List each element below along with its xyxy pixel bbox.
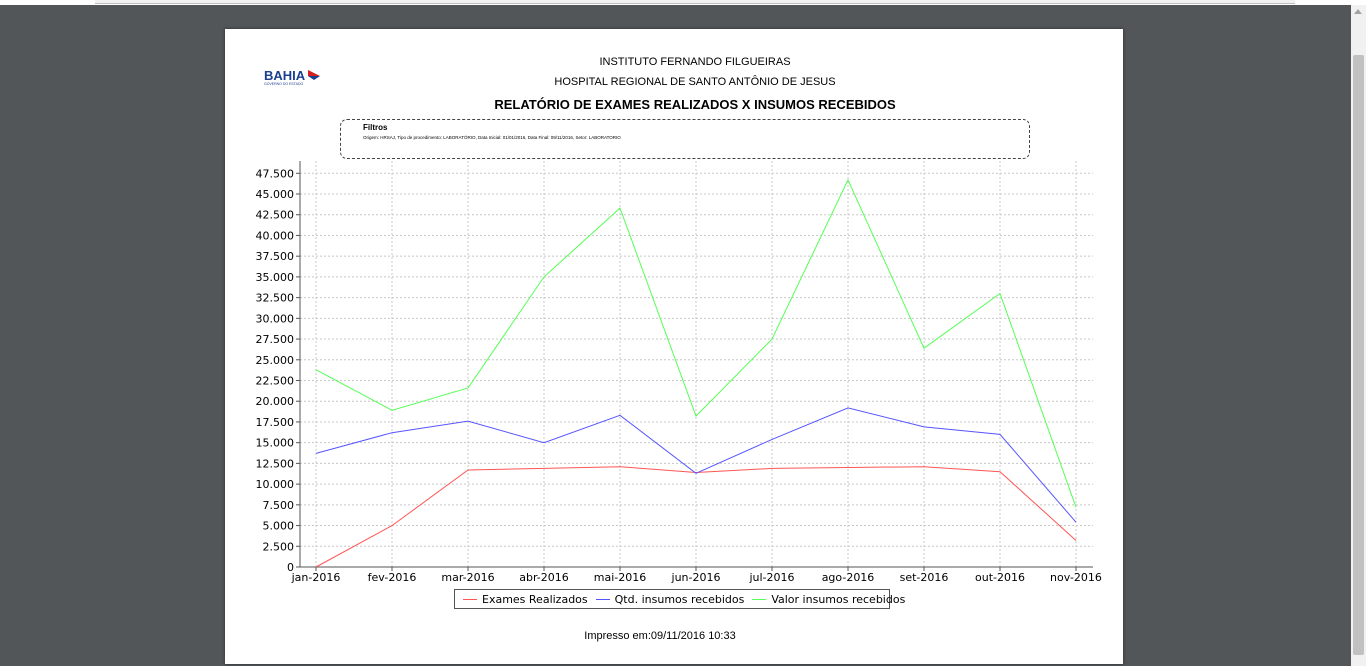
y-tick-label: 12.500 xyxy=(256,457,295,470)
chart-legend: Exames Realizados Qtd. insumos recebidos V… xyxy=(454,589,905,609)
x-tick-label: out-2016 xyxy=(975,571,1025,584)
x-tick-label: jul-2016 xyxy=(748,571,794,584)
legend-label: Valor insumos recebidos xyxy=(771,592,906,606)
y-tick-label: 22.500 xyxy=(256,375,295,388)
legend-item: Exames Realizados xyxy=(463,593,588,606)
y-tick-label: 17.500 xyxy=(256,416,295,429)
scrollbar-thumb[interactable] xyxy=(1353,55,1364,655)
y-tick-label: 45.000 xyxy=(256,188,295,201)
y-tick-label: 5.000 xyxy=(263,520,295,533)
y-tick-label: 7.500 xyxy=(263,499,295,512)
y-tick-label: 15.000 xyxy=(256,437,295,450)
y-tick-label: 2.500 xyxy=(263,540,295,553)
y-tick-label: 47.500 xyxy=(256,167,295,180)
legend-item: Qtd. insumos recebidos xyxy=(595,592,745,606)
scroll-up-arrow-icon[interactable] xyxy=(1354,9,1362,14)
y-tick-label: 42.500 xyxy=(256,209,295,222)
legend-label: Exames Realizados xyxy=(482,592,588,606)
legend-swatch xyxy=(752,598,767,600)
vertical-scrollbar[interactable] xyxy=(1351,5,1366,666)
x-tick-label: abr-2016 xyxy=(519,571,569,584)
x-tick-label: set-2016 xyxy=(900,571,949,584)
y-tick-label: 20.000 xyxy=(256,395,295,408)
y-tick-label: 30.000 xyxy=(256,312,295,325)
legend-swatch xyxy=(595,598,610,600)
browser-toolbar xyxy=(0,0,1366,5)
y-tick-label: 32.500 xyxy=(256,292,295,305)
x-tick-label: fev-2016 xyxy=(368,571,417,584)
y-tick-label: 10.000 xyxy=(256,478,295,491)
y-tick-label: 25.000 xyxy=(256,354,295,367)
x-tick-label: mai-2016 xyxy=(594,571,646,584)
report-page: BAHIA GOVERNO DO ESTADO INSTITUTO FERNAN… xyxy=(225,29,1123,664)
y-tick-label: 35.000 xyxy=(256,271,295,284)
y-tick-label: 27.500 xyxy=(256,333,295,346)
y-tick-label: 40.000 xyxy=(256,229,295,242)
x-tick-label: jun-2016 xyxy=(671,571,721,584)
legend-item: Valor insumos recebidos xyxy=(752,593,905,606)
legend-swatch xyxy=(463,598,477,600)
y-tick-label: 37.500 xyxy=(256,250,295,263)
x-tick-label: nov-2016 xyxy=(1050,571,1102,584)
legend-label: Qtd. insumos recebidos xyxy=(614,592,745,606)
x-tick-label: mar-2016 xyxy=(441,571,494,584)
printed-timestamp: Impresso em:09/11/2016 10:33 xyxy=(584,630,736,642)
line-chart: 02.5005.0007.50010.00012.50015.00017.500… xyxy=(256,161,1102,584)
x-tick-label: ago-2016 xyxy=(822,571,875,584)
x-tick-label: jan-2016 xyxy=(291,571,341,584)
toolbar-field[interactable] xyxy=(95,0,1295,4)
